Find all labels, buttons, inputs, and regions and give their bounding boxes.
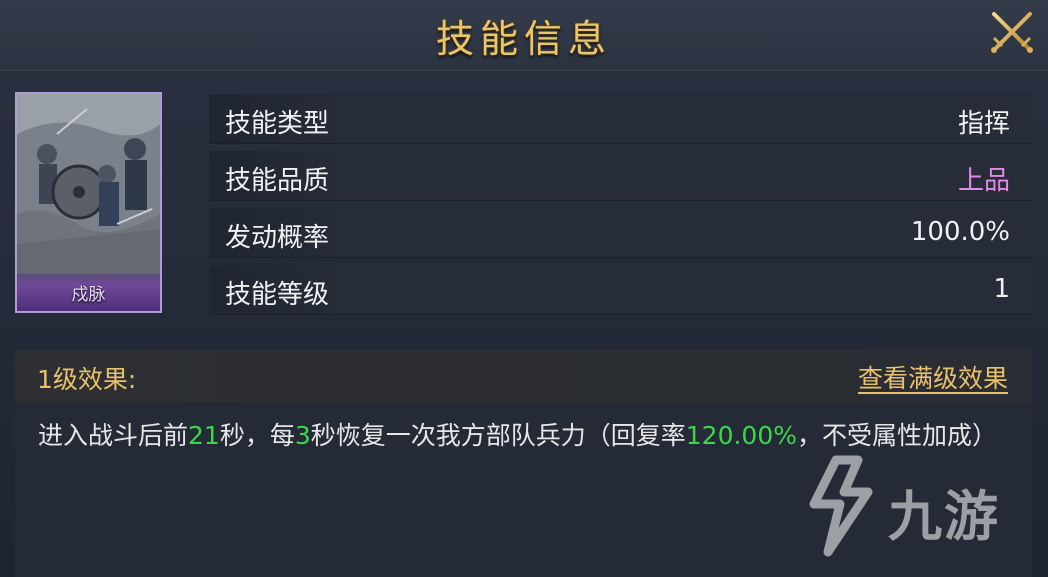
info-row-probability: 发动概率 100.0% [209,208,1032,258]
info-value-quality: 上品 [957,166,1010,196]
highlight-value: 120.00% [685,421,797,450]
skill-card: 戍脉 [15,92,162,313]
panel-header: 技能信息 [0,0,1048,71]
info-value: 1 [993,274,1010,304]
warriors-illustration-icon [17,94,160,274]
info-key: 技能类型 [225,109,330,139]
info-value: 指挥 [957,109,1010,139]
info-row-level: 技能等级 1 [209,265,1032,315]
jiuyou-logo-icon [809,455,873,557]
info-value: 100.0% [910,217,1010,247]
info-key: 发动概率 [225,223,330,253]
page-title: 技能信息 [435,17,612,61]
info-row-quality: 技能品质 上品 [209,151,1032,201]
watermark-text: 九游 [888,485,1000,548]
highlight-value: 21 [188,421,220,450]
crossed-swords-close-icon [991,12,1033,53]
info-row-type: 技能类型 指挥 [209,94,1032,144]
skill-card-name: 戍脉 [71,285,106,305]
effect-header: 1级效果: 查看满级效果 [15,350,1032,402]
info-key: 技能等级 [225,280,330,310]
highlight-value: 3 [294,421,311,450]
view-max-level-effect-link[interactable]: 查看满级效果 [858,359,1008,395]
effect-level-label: 1级效果: [37,365,137,394]
watermark: 九游 [806,452,1036,562]
info-key: 技能品质 [225,166,330,196]
skill-info-panel: 技能信息 戍脉 技能类型 指挥 技能品质 上品 发动概率 100.0% 技能等级… [0,0,1048,577]
effect-description: 进入战斗后前21秒，每3秒恢复一次我方部队兵力（回复率120.00%，不受属性加… [38,421,998,450]
close-button[interactable] [988,8,1036,56]
